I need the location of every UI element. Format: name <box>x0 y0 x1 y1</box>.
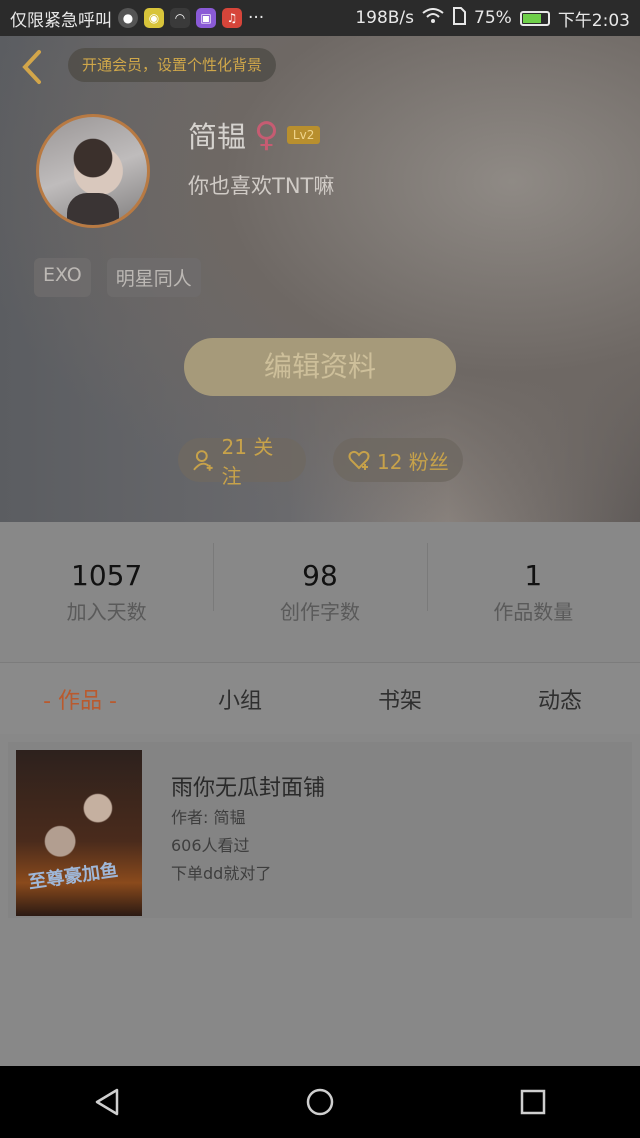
wifi-icon <box>422 7 444 29</box>
stat-works-count: 1 作品数量 <box>426 543 640 625</box>
network-speed: 198B/s <box>355 8 415 28</box>
tab-bookshelf[interactable]: 书架 <box>320 683 480 715</box>
stat-days-joined: 1057 加入天数 <box>0 559 213 625</box>
music-app-icon: ♫ <box>222 8 242 28</box>
nav-home-button[interactable] <box>260 1066 380 1138</box>
nav-recents-button[interactable] <box>473 1066 593 1138</box>
system-nav-bar <box>0 1066 640 1138</box>
status-bar: 仅限紧急呼叫 ● ◉ ◠ ▣ ♫ ··· 198B/s 75% 下午2:03 <box>0 0 640 36</box>
tag[interactable]: 明星同人 <box>106 258 201 297</box>
stat-label: 创作字数 <box>279 600 360 624</box>
user-add-icon <box>193 450 213 471</box>
tag[interactable]: EXO <box>34 258 91 297</box>
username-row: 简韫 ♀ Lv2 <box>188 114 321 156</box>
square-recents-icon <box>521 1089 546 1115</box>
female-icon: ♀ <box>254 115 279 155</box>
signature: 你也喜欢TNT嘛 <box>188 174 335 198</box>
work-description: 下单dd就对了 <box>171 864 272 883</box>
stat-value: 1 <box>524 559 543 592</box>
work-item[interactable]: 至尊豪加鱼 雨你无瓜封面铺 作者: 简韫 606人看过 下单dd就对了 <box>8 742 632 918</box>
tab-groups[interactable]: 小组 <box>160 683 320 715</box>
tab-bar: - 作品 - 小组 书架 动态 <box>0 662 640 735</box>
battery-icon <box>519 10 550 26</box>
tag-list: EXO 明星同人 <box>34 258 201 297</box>
chevron-left-icon <box>22 50 41 84</box>
cover-text: 至尊豪加鱼 <box>27 859 120 894</box>
sim-icon <box>452 6 467 30</box>
headphones-app-icon: ◠ <box>170 8 190 28</box>
vip-background-prompt[interactable]: 开通会员，设置个性化背景 <box>68 48 277 82</box>
profile-header: 开通会员，设置个性化背景 简韫 ♀ Lv2 你也喜欢TNT嘛 EXO 明星同人 … <box>0 36 640 522</box>
following-button[interactable]: 21 关注 <box>178 435 306 488</box>
heart-add-icon <box>348 450 370 470</box>
stats-row: 1057 加入天数 98 创作字数 1 作品数量 <box>0 522 640 662</box>
circle-home-icon <box>306 1088 334 1116</box>
stat-value: 1057 <box>71 559 143 592</box>
edit-profile-button[interactable]: 编辑资料 <box>184 338 456 396</box>
work-title[interactable]: 雨你无瓜封面铺 <box>171 770 325 802</box>
works-list: 至尊豪加鱼 雨你无瓜封面铺 作者: 简韫 606人看过 下单dd就对了 <box>0 734 640 1066</box>
tab-activity[interactable]: 动态 <box>480 683 640 715</box>
clock: 下午2:03 <box>557 10 630 31</box>
tab-works[interactable]: - 作品 - <box>0 683 160 715</box>
status-right: 198B/s 75% 下午2:03 <box>355 6 630 31</box>
stat-label: 作品数量 <box>493 600 574 624</box>
stat-value: 98 <box>302 559 338 592</box>
followers-count: 12 粉丝 <box>377 449 449 474</box>
status-left: 仅限紧急呼叫 ● ◉ ◠ ▣ ♫ ··· <box>10 6 264 31</box>
stat-label: 加入天数 <box>66 600 147 624</box>
level-badge: Lv2 <box>286 126 321 144</box>
work-cover[interactable]: 至尊豪加鱼 <box>16 750 142 916</box>
work-views: 606人看过 <box>171 836 250 855</box>
username: 简韫 <box>188 120 247 154</box>
triangle-back-icon <box>95 1088 118 1116</box>
followers-button[interactable]: 12 粉丝 <box>333 438 463 482</box>
battery-percent: 75% <box>474 8 512 28</box>
following-count: 21 关注 <box>221 435 274 488</box>
nav-back-button[interactable] <box>47 1066 167 1138</box>
carrier-text: 仅限紧急呼叫 <box>10 10 112 31</box>
avatar[interactable] <box>36 114 150 228</box>
avatar-figure <box>67 193 119 225</box>
chat-app-icon: ◉ <box>144 8 164 28</box>
gallery-app-icon: ▣ <box>196 8 216 28</box>
work-author: 作者: 简韫 <box>171 808 246 827</box>
more-notifications-icon: ··· <box>248 8 265 28</box>
stat-word-count: 98 创作字数 <box>213 543 426 625</box>
avatar-notification-icon: ● <box>118 8 138 28</box>
back-button[interactable] <box>14 48 50 88</box>
